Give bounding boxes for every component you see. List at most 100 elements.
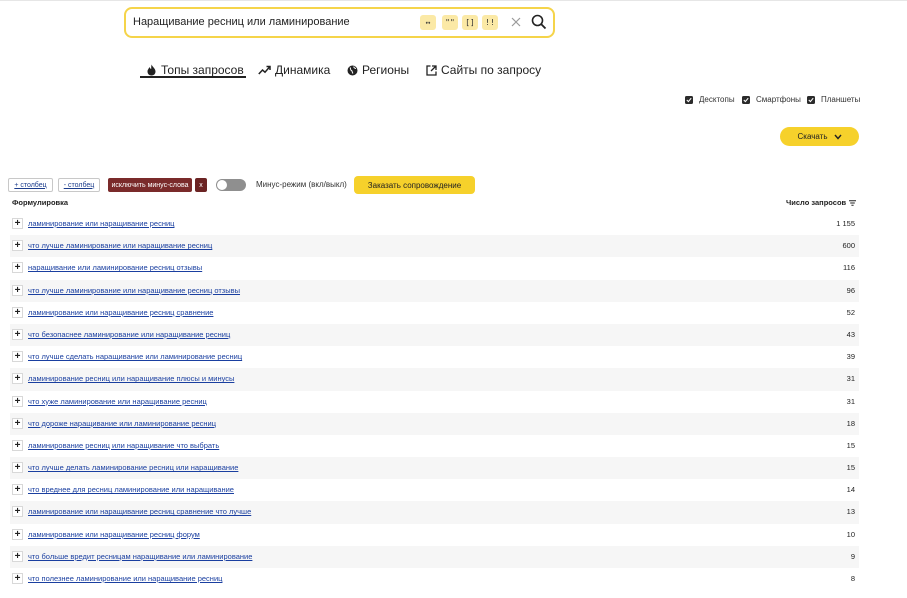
phrase-link[interactable]: что лучше сделать наращивание или ламини… [28,352,242,361]
phrase-count: 15 [846,440,855,450]
table-row: + что безопаснее ламинирование или наращ… [10,323,859,347]
exclude-minus-words-button[interactable]: исключить минус-слова [108,178,192,192]
add-phrase-button[interactable]: + [12,484,23,496]
phrase-count: 9 [850,551,855,561]
phrase-link[interactable]: что безопаснее ламинирование или наращив… [28,330,230,339]
add-phrase-button[interactable]: + [12,528,23,540]
results-table: + ламинирование или наращивание ресниц 1… [10,213,859,590]
add-column-button[interactable]: + столбец [8,178,53,192]
phrase-count: 18 [846,418,855,428]
phrase-link[interactable]: что больше вредит ресницам наращивание и… [28,552,252,561]
sort-icon[interactable] [849,199,857,206]
column-header-count[interactable]: Число запросов [786,198,857,207]
tab-top-queries[interactable]: Топы запросов [146,63,244,77]
tab-active-indicator [140,76,246,78]
phrase-count: 116 [843,263,855,273]
table-row: + что полезнее ламинирование или наращив… [10,568,859,590]
phrase-link[interactable]: ламинирование ресниц или наращивание плю… [28,374,234,383]
checkbox-icon[interactable] [742,95,750,104]
add-phrase-button[interactable]: + [12,417,23,429]
checkbox-icon[interactable] [807,95,815,104]
phrase-count: 43 [846,329,855,339]
operator-exclamation-button[interactable]: !! [482,15,498,30]
tab-sites-by-query[interactable]: Сайты по запросу [426,63,541,77]
phrase-link[interactable]: что лучше ламинирование или наращивание … [28,241,212,250]
table-row: + ламинирование или наращивание ресниц с… [10,501,859,524]
add-phrase-button[interactable]: + [12,462,23,474]
minus-mode-toggle[interactable] [216,179,246,191]
add-phrase-button[interactable]: + [12,395,23,407]
add-phrase-button[interactable]: + [12,306,23,318]
phrase-link[interactable]: что полезнее ламинирование или наращиван… [28,574,222,583]
phrase-link[interactable]: ламинирование или наращивание ресниц сра… [28,308,213,317]
clear-minus-words-button[interactable]: x [195,178,207,192]
add-phrase-button[interactable]: + [12,240,23,252]
add-phrase-button[interactable]: + [12,262,23,274]
operator-plus-button[interactable]: ↔ [420,15,436,30]
phrase-link[interactable]: что дороже наращивание или ламинирование… [28,419,216,428]
tab-dynamics[interactable]: Динамика [258,63,330,77]
device-desktop-checkbox[interactable]: Десктопы [685,95,735,104]
device-smartphone-checkbox[interactable]: Смартфоны [742,95,801,104]
phrase-count: 1 155 [836,219,855,228]
add-phrase-button[interactable]: + [12,550,23,562]
phrase-link[interactable]: ламинирование или наращивание ресниц сра… [28,507,251,516]
phrase-count: 14 [846,485,855,495]
checkbox-icon[interactable] [685,95,693,104]
download-button[interactable]: Скачать [780,127,859,146]
phrase-link[interactable]: что хуже ламинирование или наращивание р… [28,397,207,406]
phrase-count: 31 [846,396,855,406]
column-header-label: Число запросов [786,198,847,207]
toggle-knob [217,180,227,190]
table-row: + что дороже наращивание или ламинирован… [10,412,859,435]
phrase-count: 600 [842,241,855,251]
phrase-link[interactable]: наращивание или ламинирование ресниц отз… [28,263,202,272]
phrase-link[interactable]: ламинирование ресниц или наращивание что… [28,441,219,450]
add-phrase-button[interactable]: + [12,218,23,229]
globe-icon [347,65,358,75]
phrase-link[interactable]: что лучше делать ламинирование ресниц ил… [28,463,238,472]
close-icon[interactable] [510,16,522,28]
table-row: + ламинирование ресниц или наращивание ч… [10,435,859,457]
fire-icon [147,64,156,76]
search-input[interactable]: Наращивание ресниц или ламинирование [133,16,350,28]
tab-label: Регионы [362,63,410,77]
table-row: + ламинирование или наращивание ресниц с… [10,302,859,324]
add-phrase-button[interactable]: + [12,351,23,363]
top-divider [0,0,907,1]
phrase-count: 31 [846,374,855,384]
remove-column-button[interactable]: - столбец [58,178,100,192]
search-box[interactable]: Наращивание ресниц или ламинирование ↔ "… [124,7,555,38]
table-row: + ламинирование или наращивание ресниц ф… [10,524,859,546]
tab-label: Сайты по запросу [441,63,542,77]
add-phrase-button[interactable]: + [12,328,23,340]
add-phrase-button[interactable]: + [12,284,23,296]
table-row: + что хуже ламинирование или наращивание… [10,391,859,413]
table-row: + что лучше ламинирование или наращивани… [10,279,859,302]
phrase-count: 15 [846,463,855,473]
phrase-link[interactable]: ламинирование или наращивание ресниц фор… [28,530,200,539]
phrase-link[interactable]: что вреднее для ресниц ламинирование или… [28,485,234,494]
table-row: + что лучше делать ламинирование ресниц … [10,457,859,480]
table-row: + наращивание или ламинирование ресниц о… [10,257,859,279]
phrase-link[interactable]: что лучше ламинирование или наращивание … [28,286,240,295]
chevron-down-icon [833,134,842,140]
search-icon[interactable] [531,14,547,30]
add-phrase-button[interactable]: + [12,506,23,518]
add-phrase-button[interactable]: + [12,373,23,385]
add-phrase-button[interactable]: + [12,439,23,451]
phrase-count: 39 [846,352,855,362]
operator-brackets-button[interactable]: [] [462,15,478,30]
table-row: + что больше вредит ресницам наращивание… [10,545,859,568]
tab-regions[interactable]: Регионы [347,63,409,77]
device-tablet-checkbox[interactable]: Планшеты [807,95,860,104]
table-row: + что лучше сделать наращивание или лами… [10,346,859,368]
trend-icon [258,65,271,75]
add-phrase-button[interactable]: + [12,573,23,584]
tab-label: Топы запросов [161,63,244,77]
table-row: + ламинирование ресниц или наращивание п… [10,368,859,391]
device-label: Смартфоны [756,95,801,104]
order-support-button[interactable]: Заказать сопровождение [354,176,475,194]
operator-quotes-button[interactable]: "" [442,15,458,30]
phrase-link[interactable]: ламинирование или наращивание ресниц [28,219,174,228]
